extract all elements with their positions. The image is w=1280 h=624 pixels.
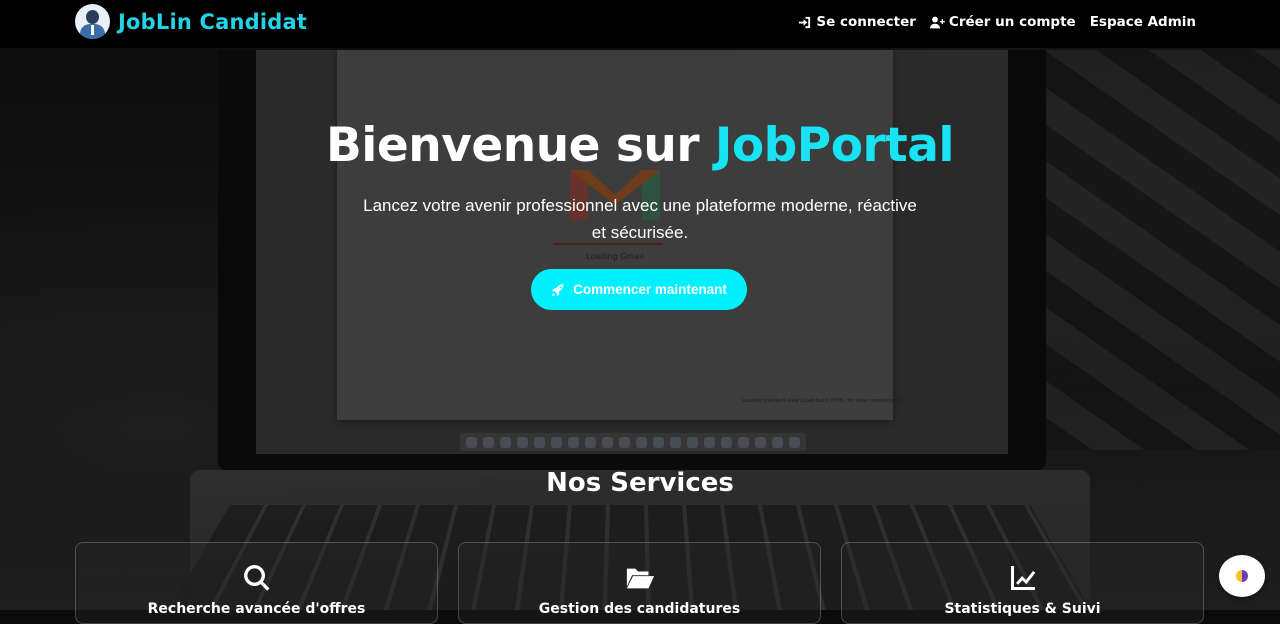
login-link[interactable]: Se connecter [797,14,916,30]
theme-toggle-button[interactable] [1219,555,1265,597]
start-now-button[interactable]: Commencer maintenant [531,269,747,310]
chart-line-icon [1008,563,1038,593]
service-card-statistics[interactable]: Statistiques & Suivi [841,542,1204,624]
navbar: JobLin Candidat Se connecter Créer un co… [0,0,1280,48]
sign-in-icon [799,16,811,28]
brand-link[interactable]: JobLin Candidat [75,4,307,39]
service-card-label: Gestion des candidatures [538,601,741,617]
nav-links: Se connecter Créer un compte Espace Admi… [797,14,1196,30]
service-card-label: Recherche avancée d'offres [147,601,366,617]
hero-subtitle: Lancez votre avenir professionnel avec u… [363,196,917,242]
hero-title-accent: JobPortal [714,118,955,173]
register-link-label: Créer un compte [948,14,1076,30]
hero-title: Bienvenue sur JobPortal [0,118,1280,173]
service-card-search[interactable]: Recherche avancée d'offres [75,542,438,624]
folder-open-icon [625,563,655,593]
hero-title-prefix: Bienvenue sur [325,118,715,173]
register-link[interactable]: Créer un compte [929,14,1076,30]
login-link-label: Se connecter [816,14,916,30]
admin-space-link[interactable]: Espace Admin [1090,14,1196,30]
contrast-icon [1236,570,1248,582]
rocket-icon [551,283,565,296]
services-title: Nos Services [546,468,734,498]
start-now-label: Commencer maintenant [573,282,727,297]
brand-name: JobLin Candidat [118,9,308,34]
service-card-applications[interactable]: Gestion des candidatures [458,542,821,624]
user-plus-icon [929,16,945,28]
search-icon [242,563,272,593]
service-card-label: Statistiques & Suivi [944,601,1101,617]
brand-avatar-icon [75,4,110,39]
admin-space-label: Espace Admin [1089,14,1196,30]
